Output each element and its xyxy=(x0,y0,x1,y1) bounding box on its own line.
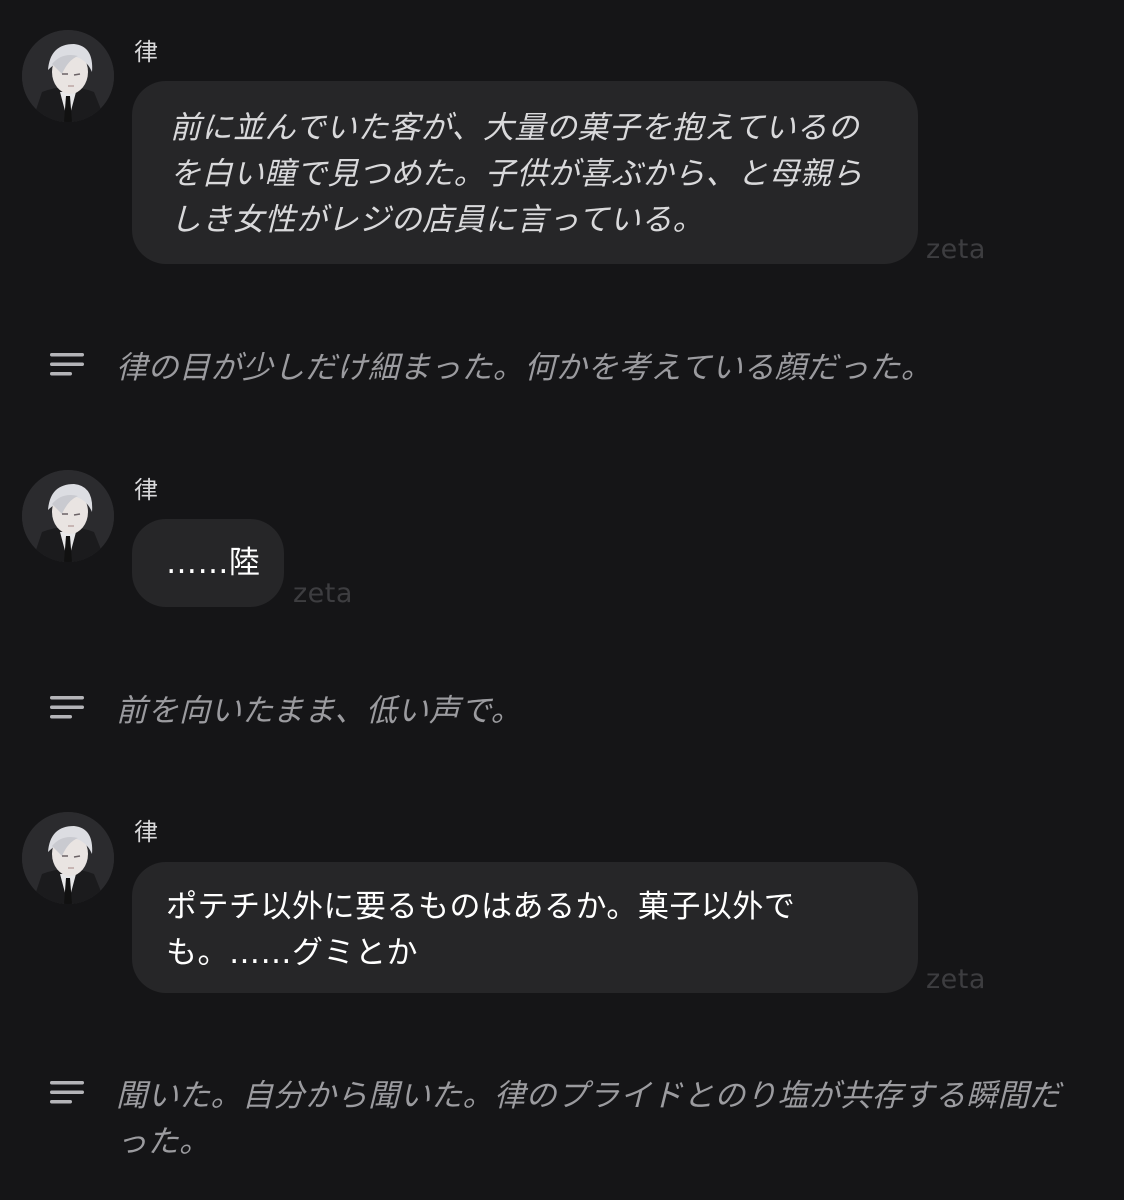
zeta-watermark: zeta xyxy=(926,234,986,265)
narration-lines-icon xyxy=(50,696,84,719)
message-bubble[interactable]: ポテチ以外に要るものはあるか。菓子以外でも。……グミとか xyxy=(132,862,918,993)
avatar-illustration xyxy=(22,470,114,562)
message-text: 前に並んでいた客が、大量の菓子を抱えているのを白い瞳で見つめた。子供が喜ぶから、… xyxy=(170,110,863,238)
narration-text: 聞いた。自分から聞いた。律のプライドとのり塩が共存する瞬間だった。 xyxy=(116,1078,1061,1160)
sender-name: 律 xyxy=(134,476,158,504)
message-bubble[interactable]: ……陸 xyxy=(132,519,284,607)
sender-name: 律 xyxy=(134,38,158,66)
narration-lines-icon xyxy=(50,353,84,376)
sender-name: 律 xyxy=(134,818,158,846)
character-avatar[interactable] xyxy=(22,30,114,122)
message-text: ポテチ以外に要るものはあるか。菓子以外でも。……グミとか xyxy=(166,889,796,971)
avatar-illustration xyxy=(22,30,114,122)
narration-text: 律の目が少しだけ細まった。何かを考えている顔だった。 xyxy=(116,350,933,386)
narration-text: 前を向いたまま、低い声で。 xyxy=(116,693,523,729)
message-bubble[interactable]: 前に並んでいた客が、大量の菓子を抱えているのを白い瞳で見つめた。子供が喜ぶから、… xyxy=(132,81,918,264)
avatar-illustration xyxy=(22,812,114,904)
message-text: ……陸 xyxy=(166,545,261,581)
zeta-watermark: zeta xyxy=(926,964,986,995)
character-avatar[interactable] xyxy=(22,470,114,562)
character-avatar[interactable] xyxy=(22,812,114,904)
narration-lines-icon xyxy=(50,1081,84,1104)
zeta-watermark: zeta xyxy=(293,578,353,609)
